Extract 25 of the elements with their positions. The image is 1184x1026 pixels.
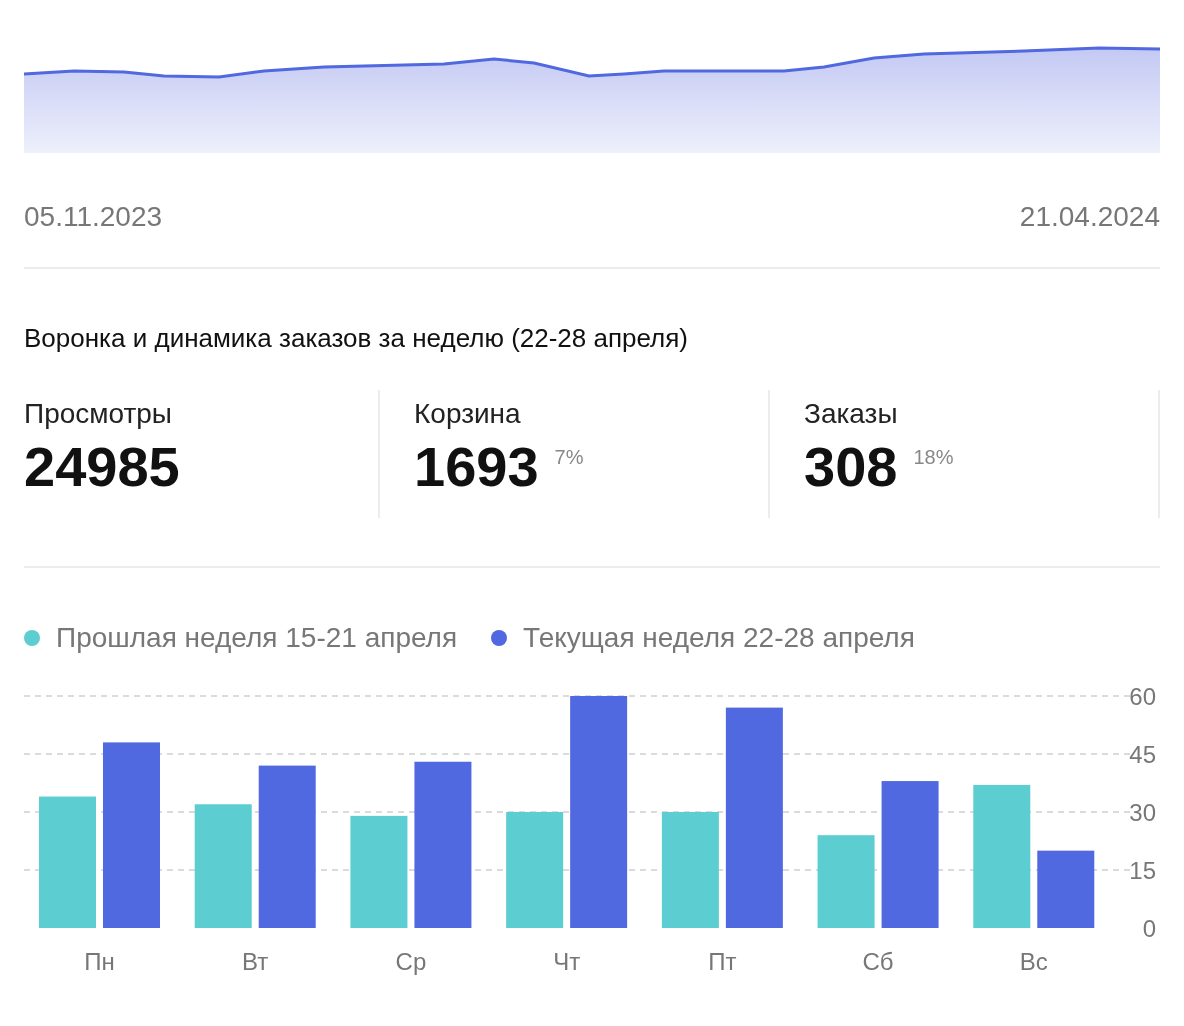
end-date: 21.04.2024: [1019, 201, 1160, 233]
y-tick-label: 60: [1129, 683, 1156, 710]
day-label: Пт: [708, 948, 737, 975]
legend-label: Прошлая неделя 15-21 апреля: [56, 622, 458, 654]
metric-value: 308: [804, 434, 898, 499]
metric-label: Просмотры: [24, 398, 173, 430]
conversion-percent: 18%: [913, 446, 954, 469]
day-label: Сб: [862, 948, 894, 975]
day-label: Пн: [84, 948, 115, 975]
y-tick-label: 0: [1142, 915, 1156, 942]
day-label: Вс: [1019, 948, 1048, 975]
metric-value: 24985: [24, 434, 180, 499]
section-title: Воронка и динамика заказов за неделю (22-28 апреля): [24, 323, 689, 354]
metric-label: Заказы: [804, 398, 899, 430]
metric-value: 1693: [414, 434, 539, 499]
legend-label: Текущая неделя 22-28 апреля: [523, 622, 915, 654]
y-tick-label: 30: [1129, 799, 1156, 826]
y-tick-label: 45: [1129, 741, 1156, 768]
day-label: Вт: [242, 948, 269, 975]
y-tick-label: 15: [1129, 857, 1156, 884]
conversion-percent: 7%: [554, 446, 584, 469]
day-label: Чт: [553, 948, 581, 975]
start-date: 05.11.2023: [24, 201, 163, 233]
metric-label: Корзина: [414, 398, 522, 430]
day-label: Ср: [395, 948, 427, 975]
